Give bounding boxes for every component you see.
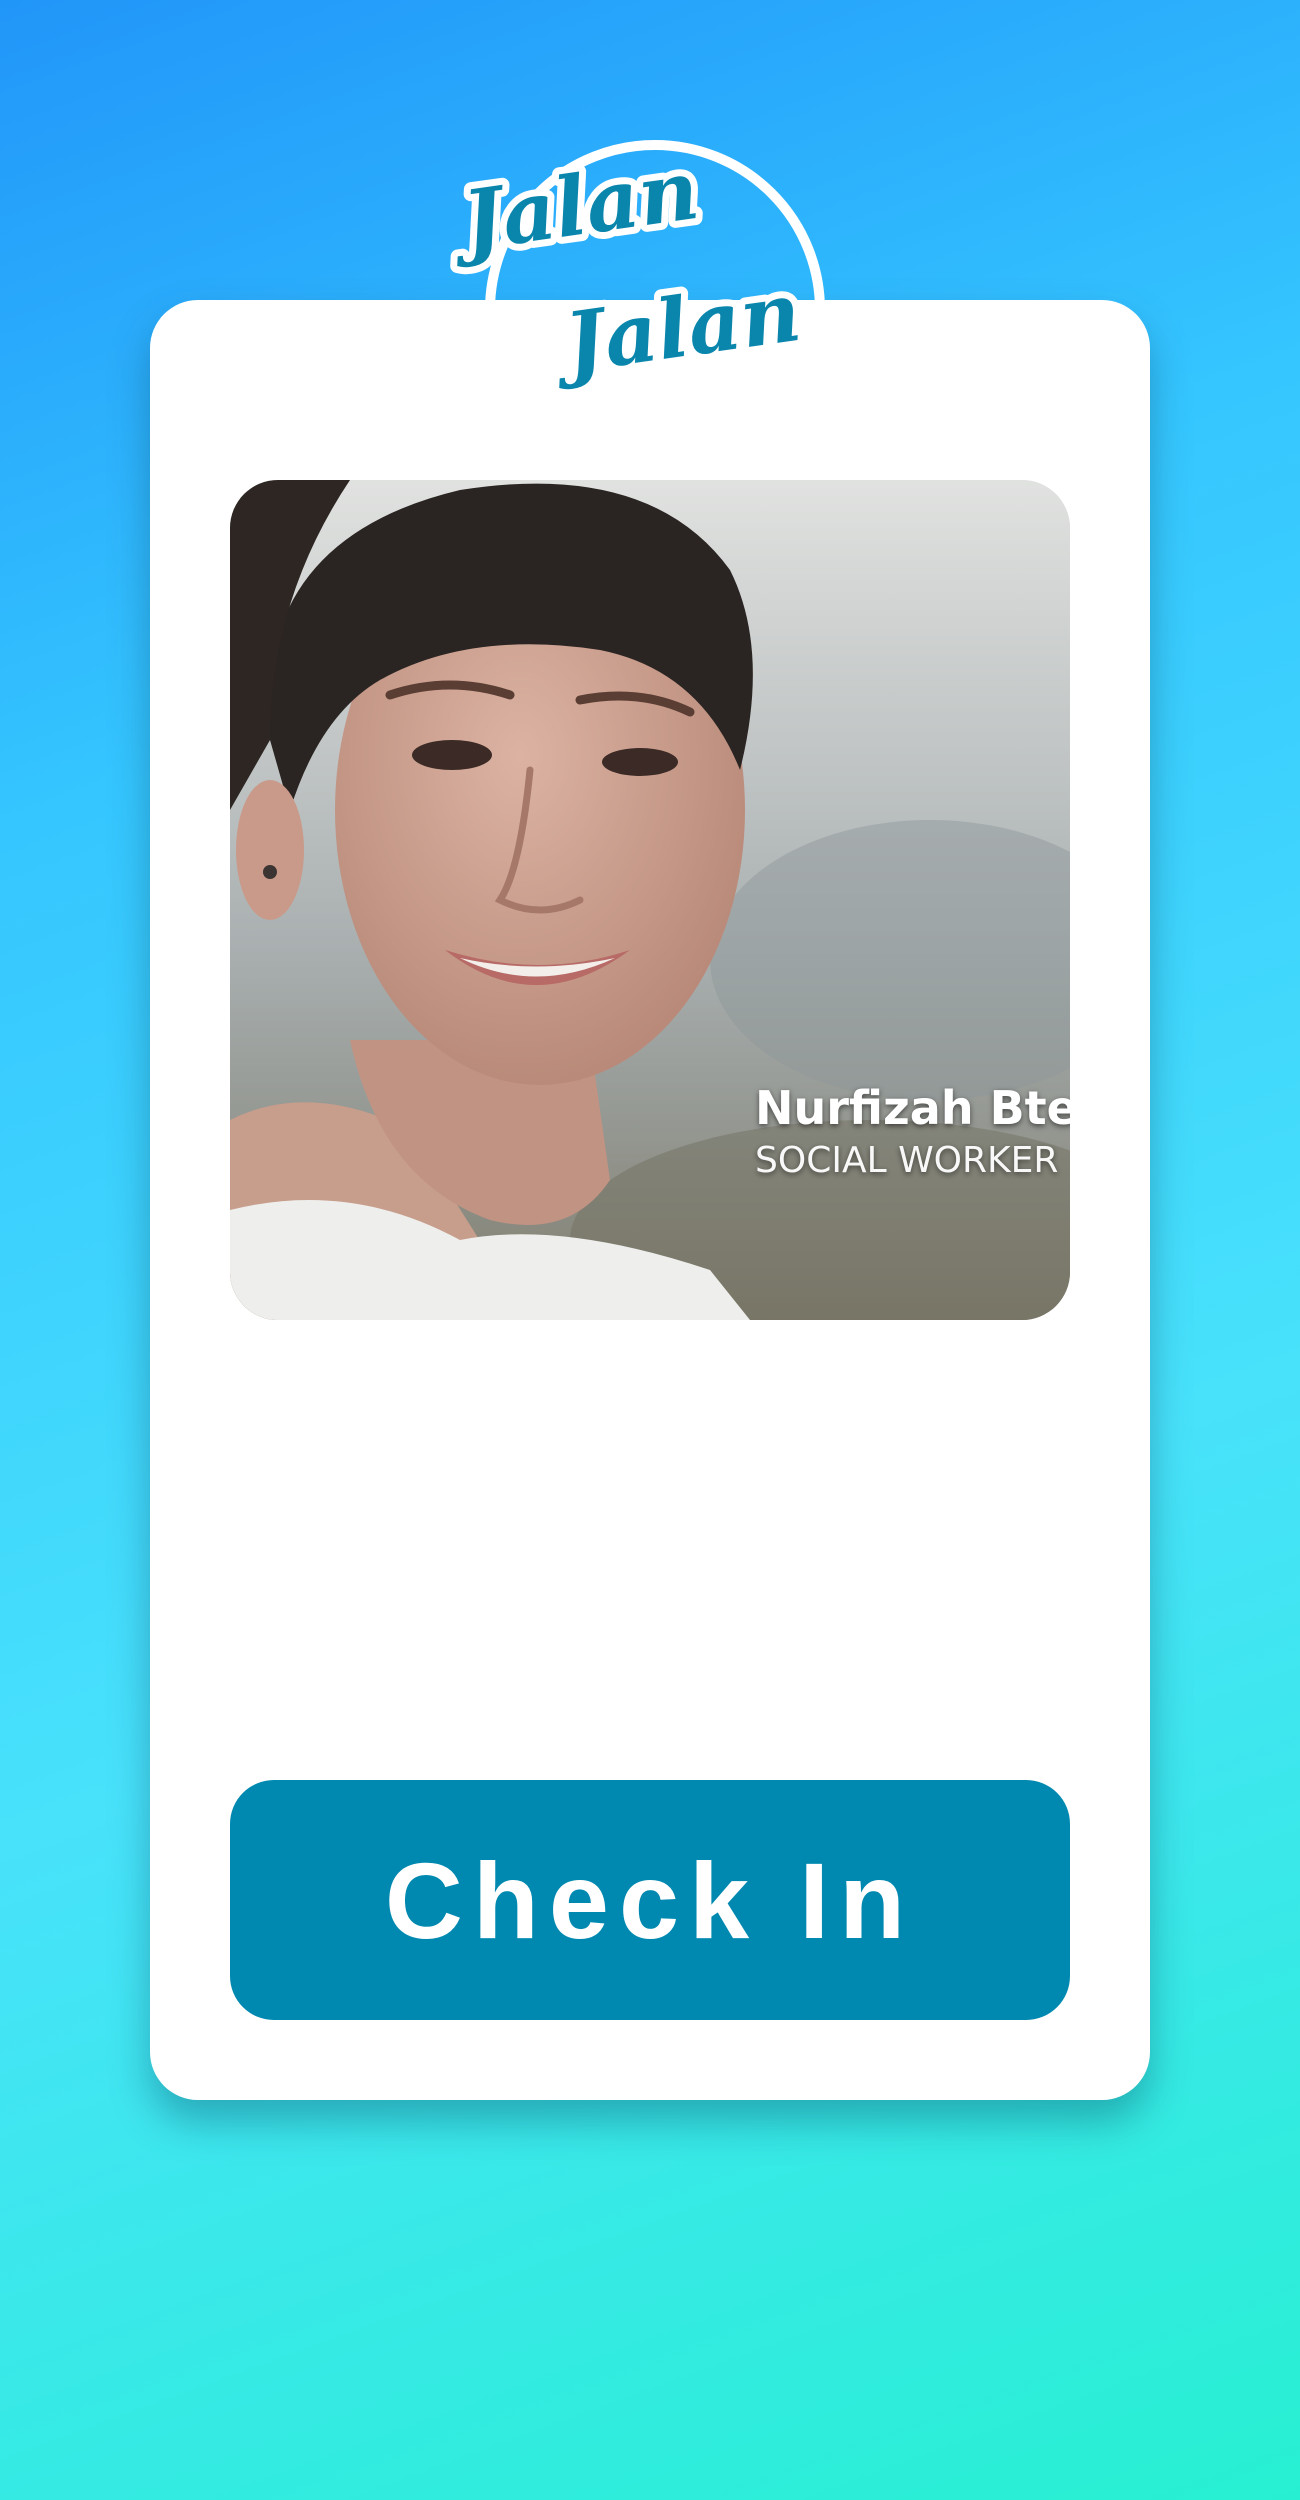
check-in-button[interactable]: Check In <box>230 1780 1070 2020</box>
person-role: SOCIAL WORKER <box>755 1140 1059 1181</box>
portrait-photo-image <box>230 480 1070 1320</box>
person-name: Nurfizah Bte <box>755 1081 1070 1135</box>
svg-text:Jalan: Jalan <box>547 264 807 394</box>
jalan-jalan-logo: Jalan Jalan <box>450 100 870 430</box>
photo-caption: Nurfizah Bte SOCIAL WORKER <box>755 1080 1070 1186</box>
profile-photo: Nurfizah Bte SOCIAL WORKER <box>230 480 1070 1320</box>
svg-text:Jalan: Jalan <box>450 142 704 272</box>
